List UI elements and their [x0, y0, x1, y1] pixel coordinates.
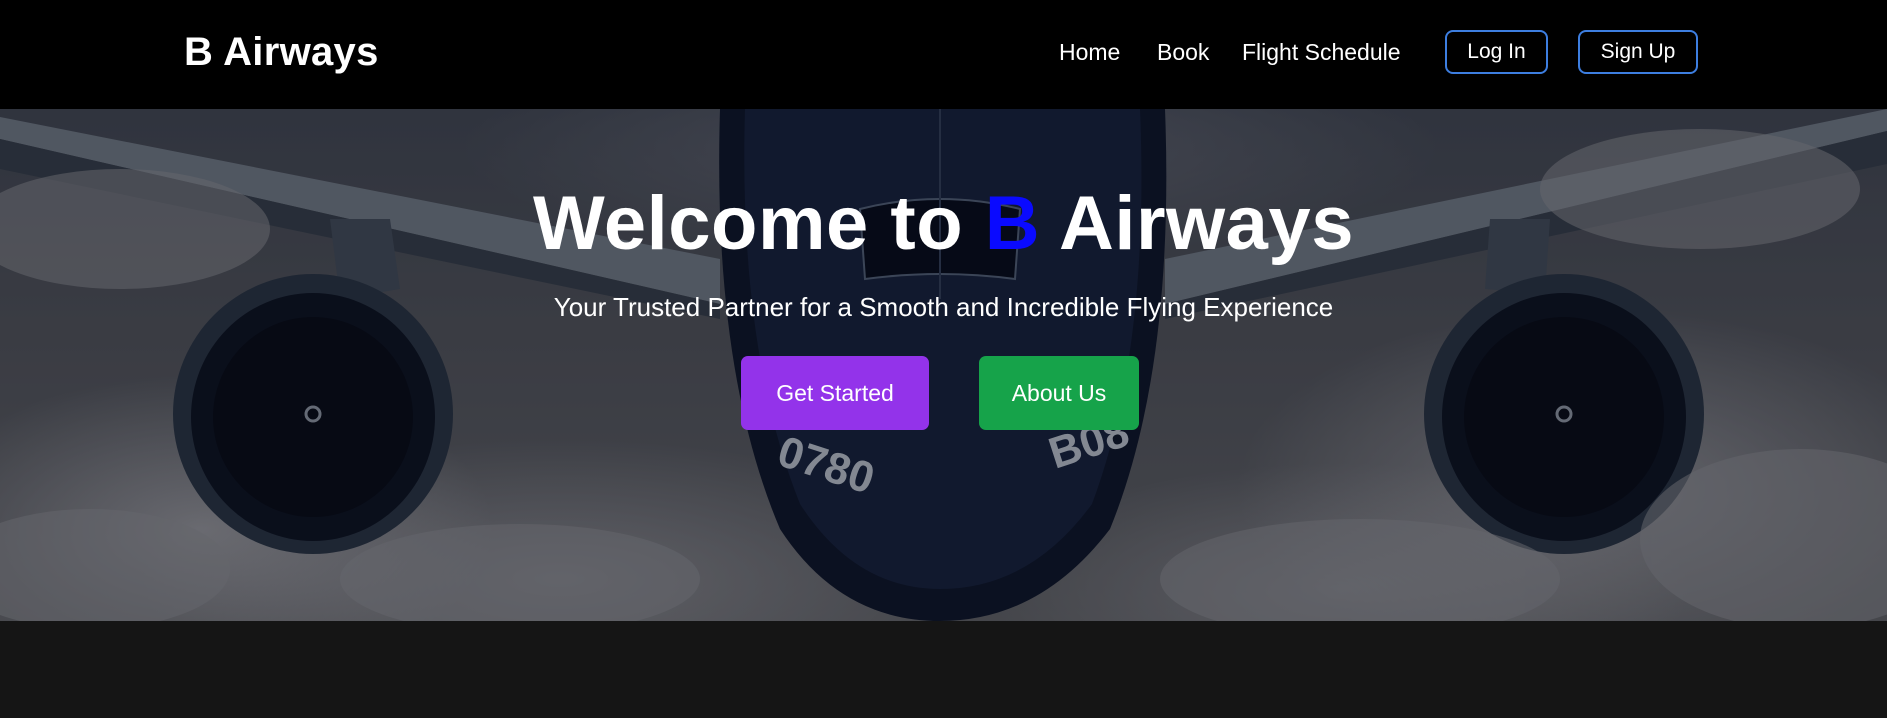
nav-link-home[interactable]: Home	[1059, 38, 1120, 66]
hero-title-accent: B	[984, 181, 1041, 266]
nav-link-flight-schedule[interactable]: Flight Schedule	[1242, 38, 1401, 66]
navbar: B Airways Home Book Flight Schedule Log …	[0, 0, 1887, 109]
hero-title: Welcome to B Airways	[533, 181, 1354, 266]
get-started-button[interactable]: Get Started	[741, 356, 929, 430]
hero-subtitle: Your Trusted Partner for a Smooth and In…	[553, 292, 1334, 322]
brand-logo[interactable]: B Airways	[184, 27, 379, 77]
login-button[interactable]: Log In	[1445, 30, 1548, 74]
hero-section: 0780 B08 Welcome to B Airways Your Trust…	[0, 109, 1887, 621]
about-us-button[interactable]: About Us	[979, 356, 1139, 430]
signup-button[interactable]: Sign Up	[1578, 30, 1698, 74]
page-content-area	[0, 621, 1887, 718]
nav-link-book[interactable]: Book	[1157, 38, 1209, 66]
